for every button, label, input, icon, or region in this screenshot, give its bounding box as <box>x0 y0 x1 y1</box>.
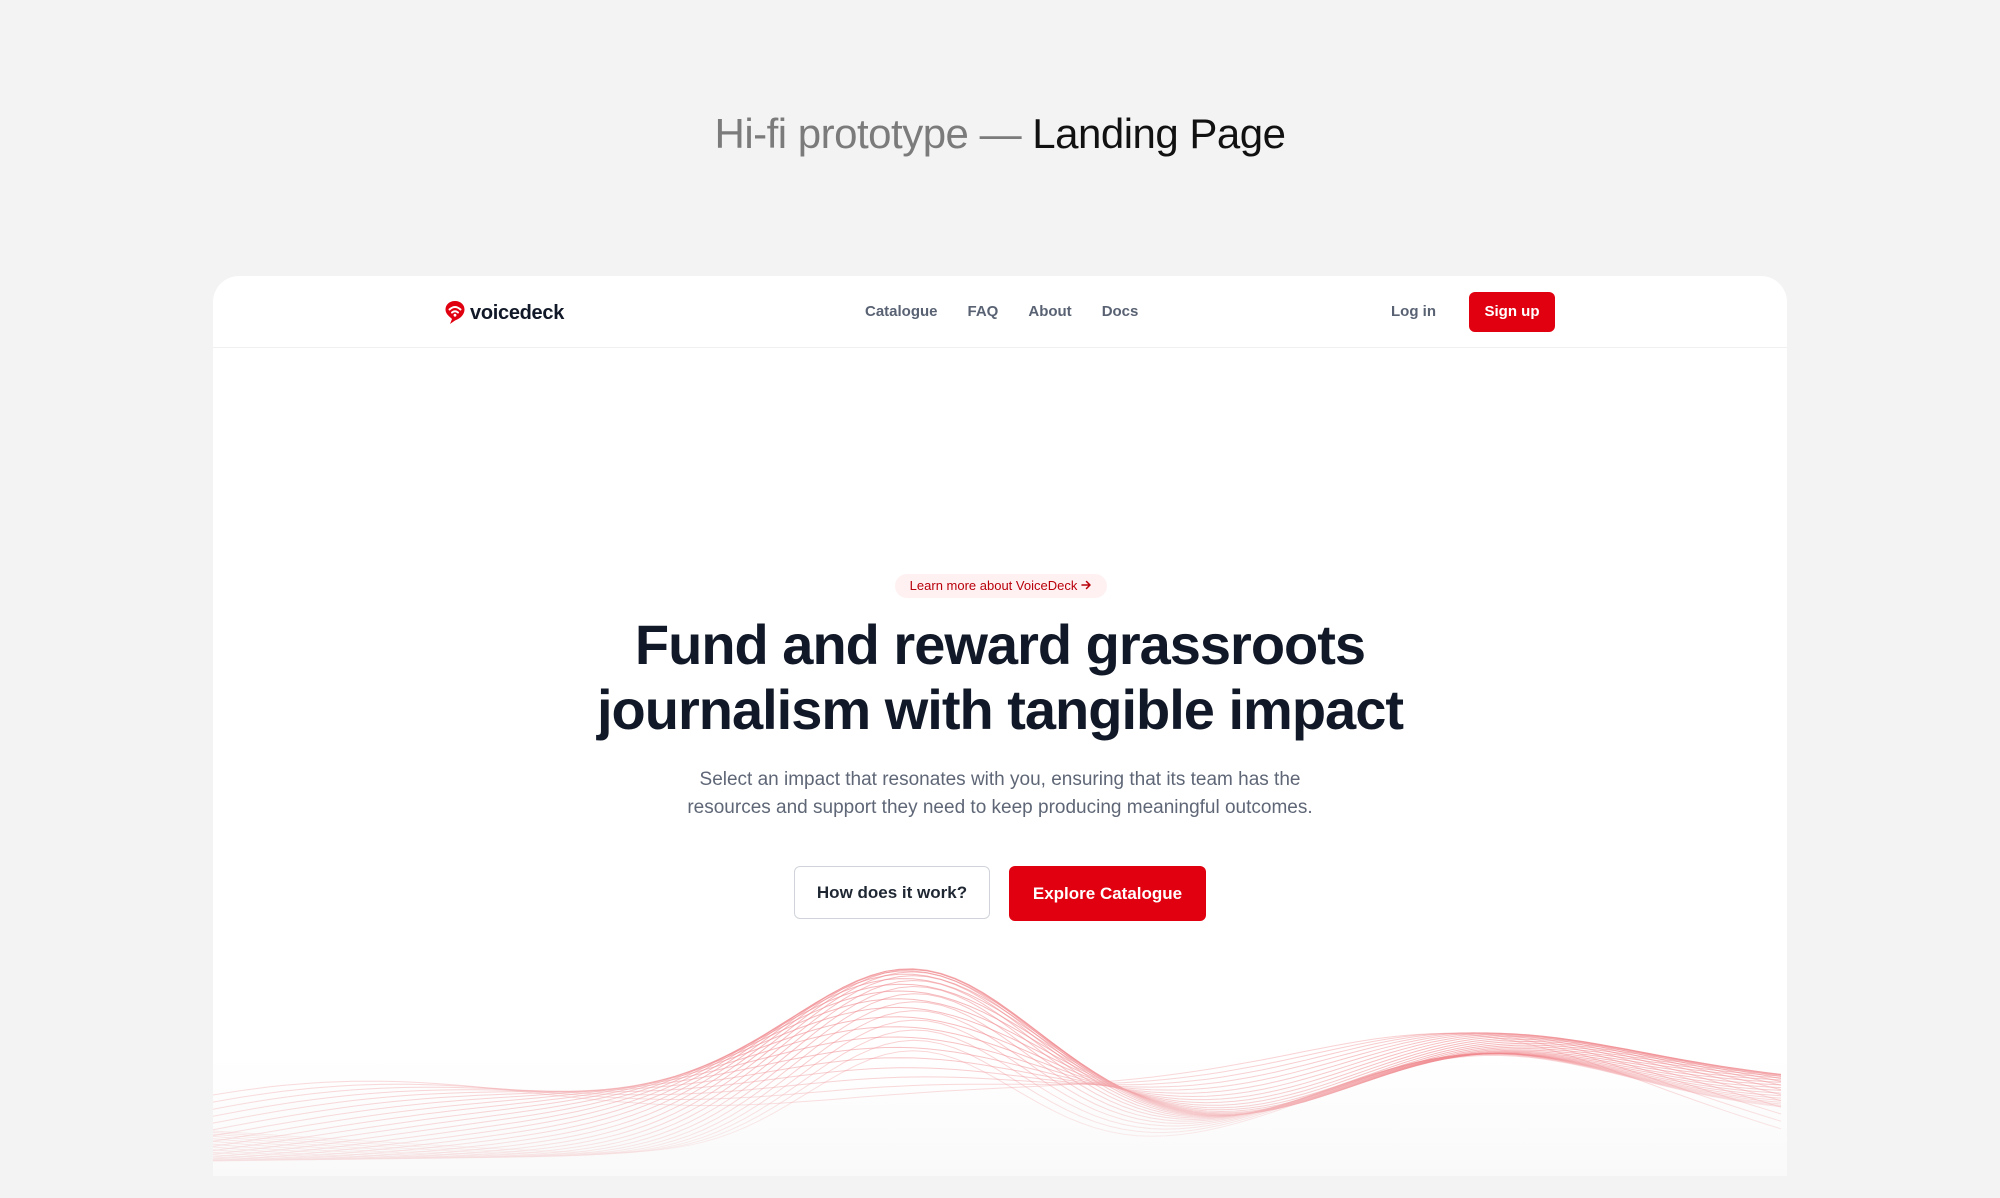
page-heading-prefix: Hi-fi prototype — <box>714 110 1033 157</box>
voicedeck-logo-icon <box>445 301 465 324</box>
brand-logo-link[interactable]: voicedeck <box>444 300 564 326</box>
landing-page-frame: voicedeck Catalogue FAQ About Docs Log i… <box>213 276 1787 1176</box>
hero-title-line-2: journalism with tangible impact <box>597 678 1404 741</box>
nav-link-docs[interactable]: Docs <box>1102 302 1139 322</box>
signup-button[interactable]: Sign up <box>1469 292 1555 332</box>
nav-link-faq[interactable]: FAQ <box>968 302 999 322</box>
nav-links: Catalogue FAQ About Docs <box>865 302 1138 322</box>
arrow-right-icon <box>1081 580 1092 590</box>
hero-title: Fund and reward grassroots journalism wi… <box>513 612 1487 742</box>
login-link[interactable]: Log in <box>1391 302 1436 322</box>
nav-link-about[interactable]: About <box>1028 302 1071 322</box>
hero-subtitle-line-2: resources and support they need to keep … <box>687 797 1313 818</box>
page-heading: Hi-fi prototype — Landing Page <box>0 106 2000 162</box>
page-heading-title: Landing Page <box>1032 110 1286 157</box>
navbar: voicedeck Catalogue FAQ About Docs Log i… <box>213 276 1787 348</box>
brand-name: voicedeck <box>470 302 565 324</box>
hero-title-line-1: Fund and reward grassroots <box>634 613 1366 676</box>
hero-subtitle-line-1: Select an impact that resonates with you… <box>699 769 1301 790</box>
hero-subtitle: Select an impact that resonates with you… <box>613 766 1387 822</box>
learn-more-label: Learn more about VoiceDeck <box>909 578 1078 593</box>
wave-fade-overlay <box>213 1056 1787 1176</box>
learn-more-pill[interactable]: Learn more about VoiceDeck <box>895 574 1107 598</box>
nav-link-catalogue[interactable]: Catalogue <box>865 302 938 322</box>
